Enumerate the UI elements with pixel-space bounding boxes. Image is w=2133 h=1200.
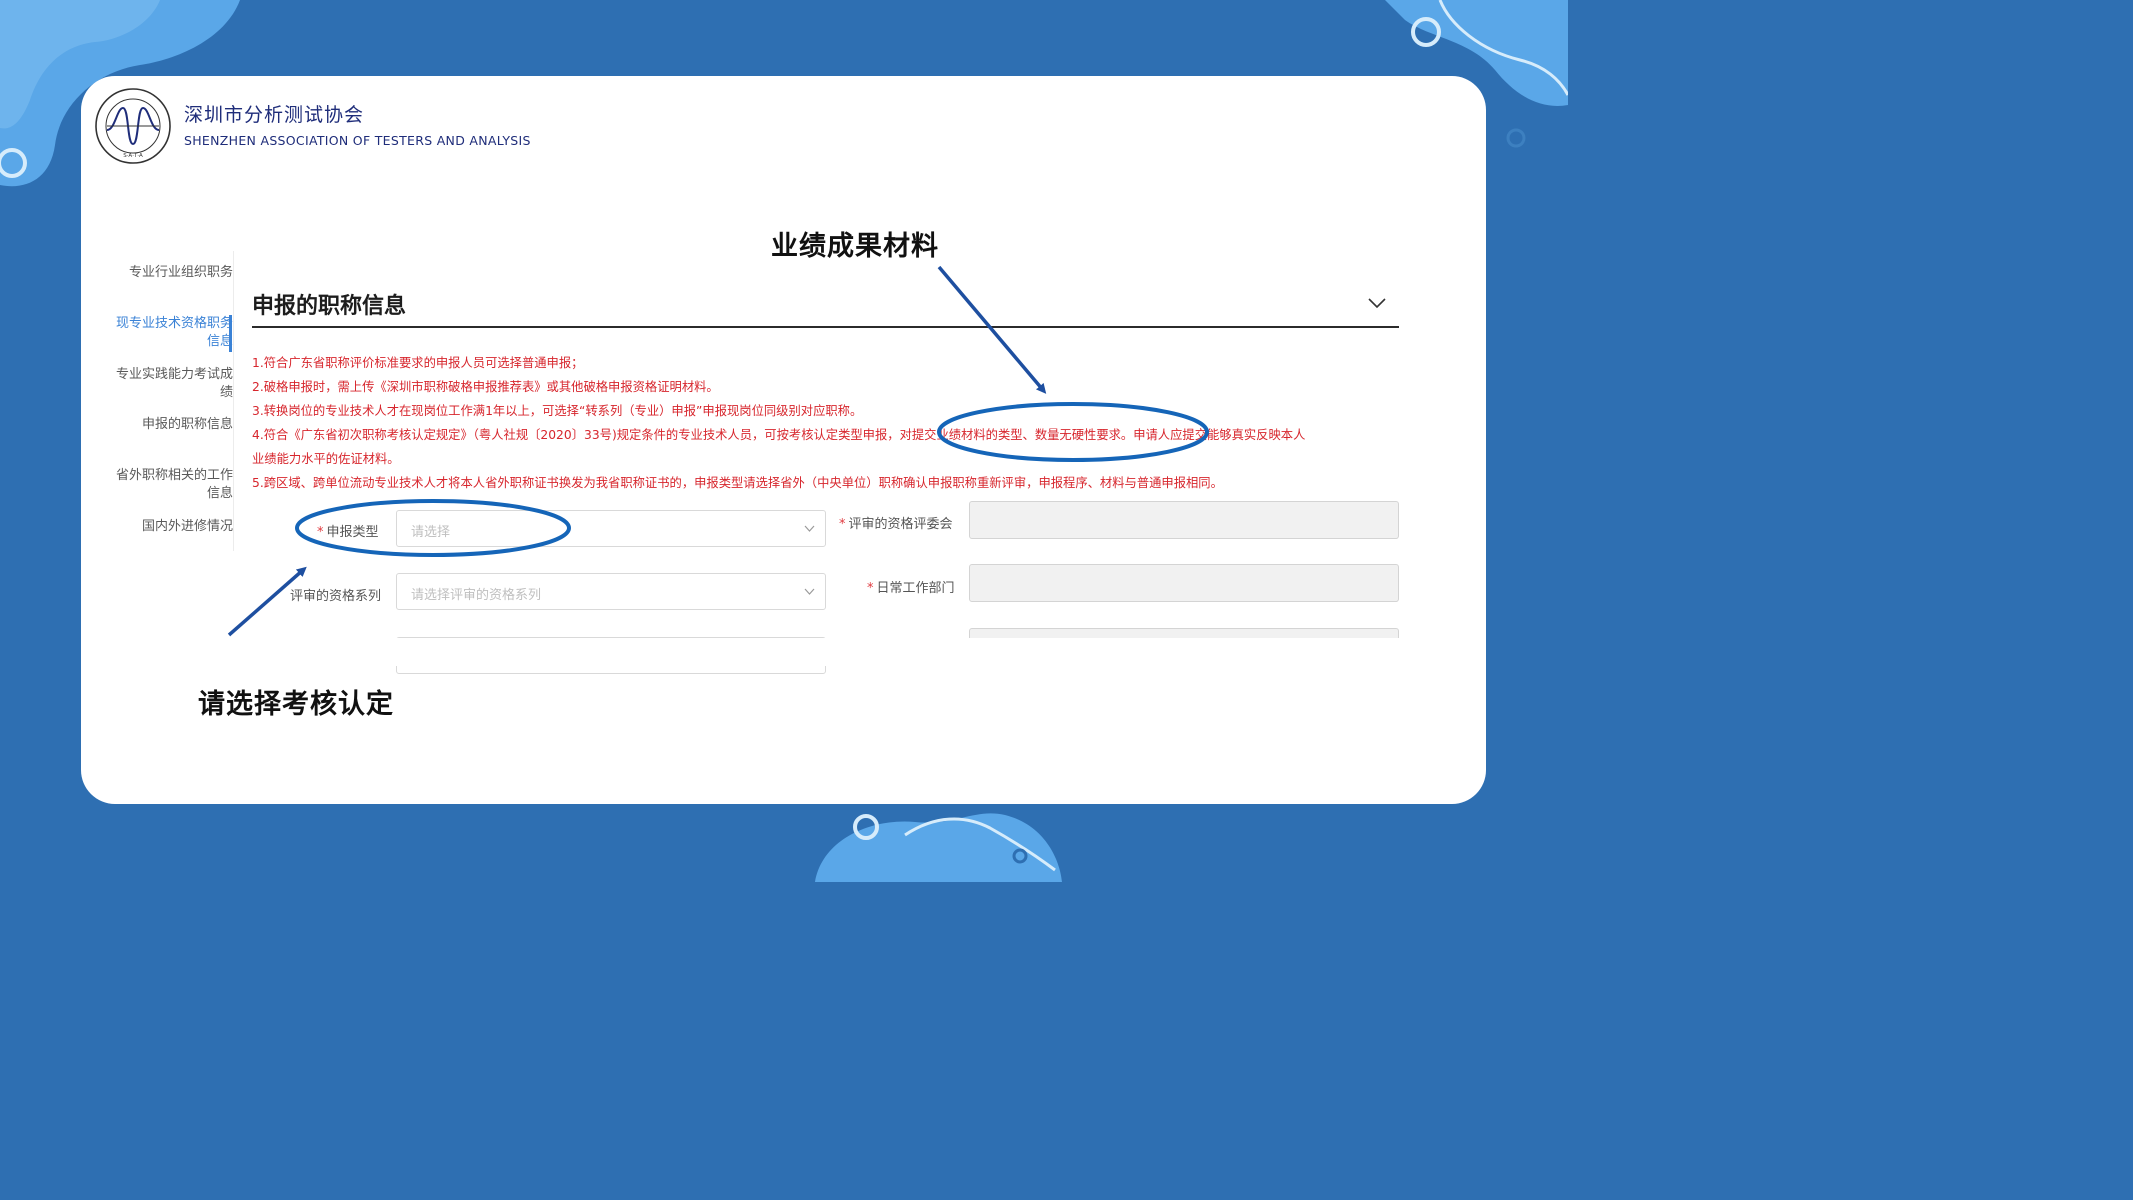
association-logo: S·A·T·A bbox=[95, 88, 171, 164]
sidebar-item-professional-org-duty[interactable]: 专业行业组织职务 bbox=[113, 264, 233, 282]
daily-work-dept-field[interactable] bbox=[969, 564, 1399, 602]
sidebar-item-applied-title-info[interactable]: 申报的职称信息 bbox=[113, 416, 233, 434]
chevron-down-icon[interactable] bbox=[1368, 295, 1386, 311]
org-name-en: SHENZHEN ASSOCIATION OF TESTERS AND ANAL… bbox=[184, 133, 531, 148]
chevron-down-icon bbox=[804, 525, 815, 532]
qualification-series-placeholder: 请选择评审的资格系列 bbox=[411, 588, 542, 603]
sidebar-item-current-qualification[interactable]: 现专业技术资格职务信息 bbox=[113, 315, 233, 351]
section-title: 申报的职称信息 bbox=[252, 294, 407, 319]
apply-type-placeholder: 请选择 bbox=[411, 525, 451, 540]
note-line: 1.符合广东省职称评价标准要求的申报人员可选择普通申报； bbox=[252, 356, 584, 370]
annotation-achievement-materials: 业绩成果材料 bbox=[771, 231, 939, 262]
apply-type-select[interactable]: 请选择 bbox=[396, 510, 826, 547]
notes-list: 1.符合广东省职称评价标准要求的申报人员可选择普通申报； 2.破格申报时，需上传… bbox=[252, 351, 1402, 495]
chevron-down-icon bbox=[804, 588, 815, 595]
review-committee-label: * 评审的资格评委会 bbox=[839, 517, 953, 532]
sidebar-nav: 专业行业组织职务 现专业技术资格职务信息 专业实践能力考试成绩 申报的职称信息 … bbox=[81, 256, 233, 552]
review-committee-field[interactable] bbox=[969, 501, 1399, 539]
main-card: S·A·T·A 深圳市分析测试协会 SHENZHEN ASSOCIATION O… bbox=[81, 76, 1486, 804]
content-cutoff bbox=[81, 638, 1486, 666]
sidebar-item-practice-exam-score[interactable]: 专业实践能力考试成绩 bbox=[113, 366, 233, 402]
qualification-series-select[interactable]: 请选择评审的资格系列 bbox=[396, 573, 826, 610]
note-line: 业绩能力水平的佐证材料。 bbox=[252, 452, 400, 466]
note-line: 2.破格申报时，需上传《深圳市职称破格申报推荐表》或其他破格申报资格证明材料。 bbox=[252, 380, 719, 394]
logo-acronym: S·A·T·A bbox=[123, 153, 143, 159]
sidebar-item-training[interactable]: 国内外进修情况 bbox=[113, 518, 233, 536]
sidebar-item-out-of-province-work[interactable]: 省外职称相关的工作信息 bbox=[113, 467, 233, 503]
section-divider bbox=[252, 326, 1399, 328]
qualification-series-label: 评审的资格系列 bbox=[290, 589, 382, 604]
note-line: 5.跨区域、跨单位流动专业技术人才将本人省外职称证书换发为我省职称证书的，申报类… bbox=[252, 476, 1223, 490]
sidebar-divider bbox=[233, 251, 234, 551]
note-line: 4.符合《广东省初次职称考核认定规定》（粤人社规〔2020〕33号)规定条件的专… bbox=[252, 428, 1306, 442]
org-name-cn: 深圳市分析测试协会 bbox=[184, 104, 365, 126]
note-line: 3.转换岗位的专业技术人才在现岗位工作满1年以上，可选择“转系列（专业）申报”申… bbox=[252, 404, 863, 418]
apply-type-label: * 申报类型 bbox=[317, 525, 379, 540]
annotation-select-assessment: 请选择考核认定 bbox=[198, 689, 394, 720]
daily-work-dept-label: * 日常工作部门 bbox=[867, 581, 955, 596]
